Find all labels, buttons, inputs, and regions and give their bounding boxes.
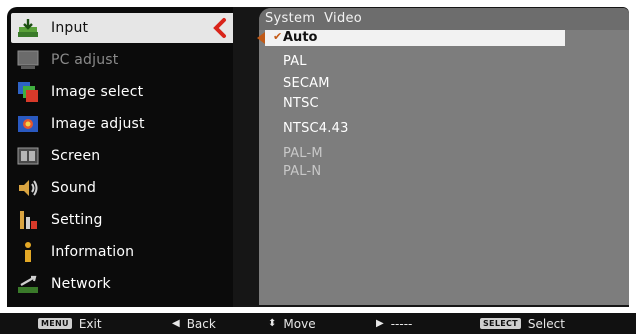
screen-icon xyxy=(17,145,39,167)
menu-label: Information xyxy=(51,244,135,260)
menu-label: Network xyxy=(51,276,111,292)
network-icon xyxy=(17,273,39,295)
option-pal-m: PAL-M xyxy=(283,146,323,161)
footer-exit[interactable]: MENU Exit xyxy=(38,313,102,334)
menu-item-image-adjust[interactable]: Image adjust xyxy=(11,109,231,139)
up-down-arrow-icon: ⬍ xyxy=(268,318,277,329)
speaker-icon xyxy=(17,177,39,199)
panel-title: System Video xyxy=(265,11,363,26)
option-ntsc[interactable]: NTSC xyxy=(283,96,319,111)
menu-item-pc-adjust[interactable]: PC adjust xyxy=(11,45,231,75)
main-menu: Input PC adjust Image select Image adjus… xyxy=(7,7,233,307)
option-secam[interactable]: SECAM xyxy=(283,76,330,91)
footer-back[interactable]: ◀ Back xyxy=(172,313,216,334)
right-arrow-icon: ▶ xyxy=(376,318,384,329)
menu-label: Sound xyxy=(51,180,97,196)
option-selected[interactable]: ✔ Auto xyxy=(265,30,565,46)
menu-item-screen[interactable]: Screen xyxy=(11,141,231,171)
footer-back-label: Back xyxy=(186,316,216,331)
menu-item-input[interactable]: Input xyxy=(11,13,233,43)
left-arrow-icon: ◀ xyxy=(172,318,180,329)
menu-label: Image adjust xyxy=(51,116,145,132)
system-panel: System Video ✔ Auto PAL SECAM NTSC NTSC4… xyxy=(257,8,629,305)
menu-label: Input xyxy=(51,20,89,36)
checkmark-icon: ✔ xyxy=(273,30,283,43)
projector-osd: Input PC adjust Image select Image adjus… xyxy=(0,0,636,334)
submenu-frame: System Video ✔ Auto PAL SECAM NTSC NTSC4… xyxy=(233,7,629,307)
option-pal[interactable]: PAL xyxy=(283,54,307,69)
image-adjust-icon xyxy=(17,113,39,135)
pointer-icon xyxy=(257,32,265,44)
panel-title-bar: System Video xyxy=(259,8,629,30)
chevron-left-icon xyxy=(209,17,231,39)
input-icon xyxy=(17,17,39,39)
menu-item-information[interactable]: Information xyxy=(11,237,231,267)
monitor-icon xyxy=(17,49,39,71)
footer-next[interactable]: ▶ ----- xyxy=(376,313,412,334)
menu-item-sound[interactable]: Sound xyxy=(11,173,231,203)
footer-bar: MENU Exit ◀ Back ⬍ Move ▶ ----- SELECT S… xyxy=(0,313,636,334)
footer-move-label: Move xyxy=(283,316,316,331)
select-key-icon: SELECT xyxy=(480,318,521,329)
option-label: Auto xyxy=(283,30,318,45)
footer-move[interactable]: ⬍ Move xyxy=(268,313,316,334)
footer-exit-label: Exit xyxy=(78,316,102,331)
menu-item-image-select[interactable]: Image select xyxy=(11,77,231,107)
setting-icon xyxy=(17,209,39,231)
menu-item-network[interactable]: Network xyxy=(11,269,231,299)
footer-select[interactable]: SELECT Select xyxy=(480,313,565,334)
menu-label: Setting xyxy=(51,212,103,228)
footer-next-label: ----- xyxy=(390,316,413,331)
option-ntsc443[interactable]: NTSC4.43 xyxy=(283,121,349,136)
info-icon xyxy=(17,241,39,263)
menu-item-setting[interactable]: Setting xyxy=(11,205,231,235)
image-select-icon xyxy=(17,81,39,103)
menu-label: PC adjust xyxy=(51,52,119,68)
footer-select-label: Select xyxy=(527,316,565,331)
menu-label: Screen xyxy=(51,148,101,164)
menu-key-icon: MENU xyxy=(38,318,72,329)
menu-label: Image select xyxy=(51,84,144,100)
option-pal-n: PAL-N xyxy=(283,164,322,179)
